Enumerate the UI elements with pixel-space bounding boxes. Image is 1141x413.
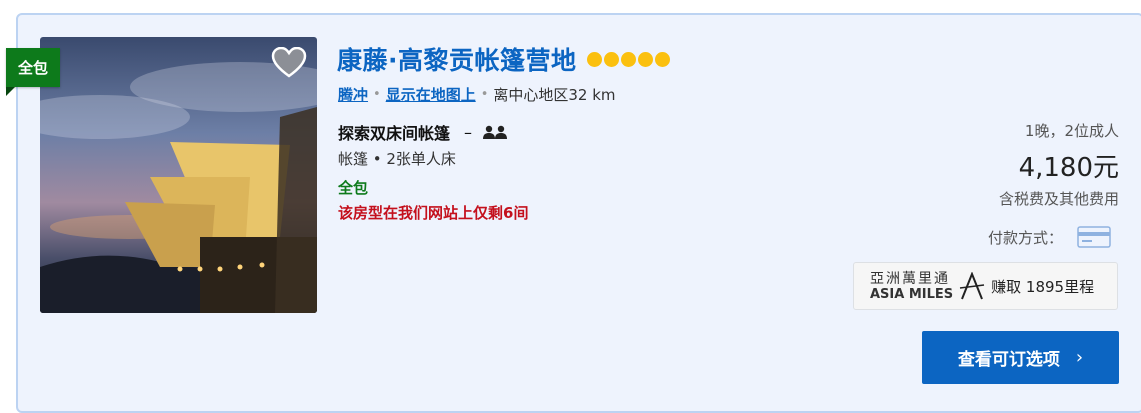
two-guests-icon	[483, 125, 508, 139]
asia-miles-logo: 亞洲萬里通 ASIA MILES	[870, 272, 953, 301]
star-icon	[620, 51, 636, 67]
asia-miles-mark-icon	[960, 272, 985, 300]
asia-miles-logo-en: ASIA MILES	[870, 286, 954, 302]
distance-text: 离中心地区32 km	[493, 86, 616, 104]
tax-note: 含税费及其他费用	[998, 190, 1119, 208]
location-row: 腾冲 • 显示在地图上 • 离中心地区32 km	[338, 84, 616, 105]
price-block: 1晚，2位成人 4,180元 含税费及其他费用	[999, 120, 1119, 209]
badge-fold	[6, 87, 15, 96]
star-icon	[637, 51, 653, 67]
separator: •	[373, 87, 381, 102]
credit-card-icon[interactable]	[1077, 226, 1111, 248]
view-options-label: 查看可订选项	[957, 350, 1060, 370]
star-icon	[586, 51, 602, 67]
star-icon	[603, 51, 619, 67]
show-on-map-link[interactable]: 显示在地图上	[386, 84, 476, 105]
hotel-title[interactable]: 康藤·高黎贡帐篷营地	[337, 41, 577, 77]
total-price: 4,180元	[1018, 153, 1119, 183]
inclusive-label: 全包	[338, 179, 369, 197]
asia-miles-box: 亞洲萬里通 ASIA MILES 赚取 1895里程	[853, 262, 1118, 310]
rooms-left-alert: 该房型在我们网站上仅剩6间	[338, 204, 529, 222]
heart-icon[interactable]	[271, 46, 307, 79]
chevron-right-icon: ›	[1075, 347, 1084, 368]
room-dash: –	[464, 122, 473, 142]
separator: •	[480, 87, 489, 102]
all-inclusive-badge: 全包	[6, 48, 60, 87]
star-rating	[586, 51, 670, 67]
nights-guests: 1晚，2位成人	[1024, 122, 1119, 140]
payment-label: 付款方式：	[987, 228, 1063, 247]
asia-miles-logo-cn: 亞洲萬里通	[870, 270, 950, 287]
city-link[interactable]: 腾冲	[338, 84, 368, 105]
payment-method: 付款方式：	[988, 226, 1111, 248]
view-options-button[interactable]: 查看可订选项 ›	[922, 331, 1119, 384]
miles-earn-text: 赚取 1895里程	[991, 277, 1095, 296]
room-type: 探索双床间帐篷 –	[338, 120, 508, 144]
room-type-name: 探索双床间帐篷	[338, 124, 451, 143]
bed-info: 帐篷 • 2张单人床	[338, 150, 456, 168]
star-icon	[654, 51, 670, 67]
